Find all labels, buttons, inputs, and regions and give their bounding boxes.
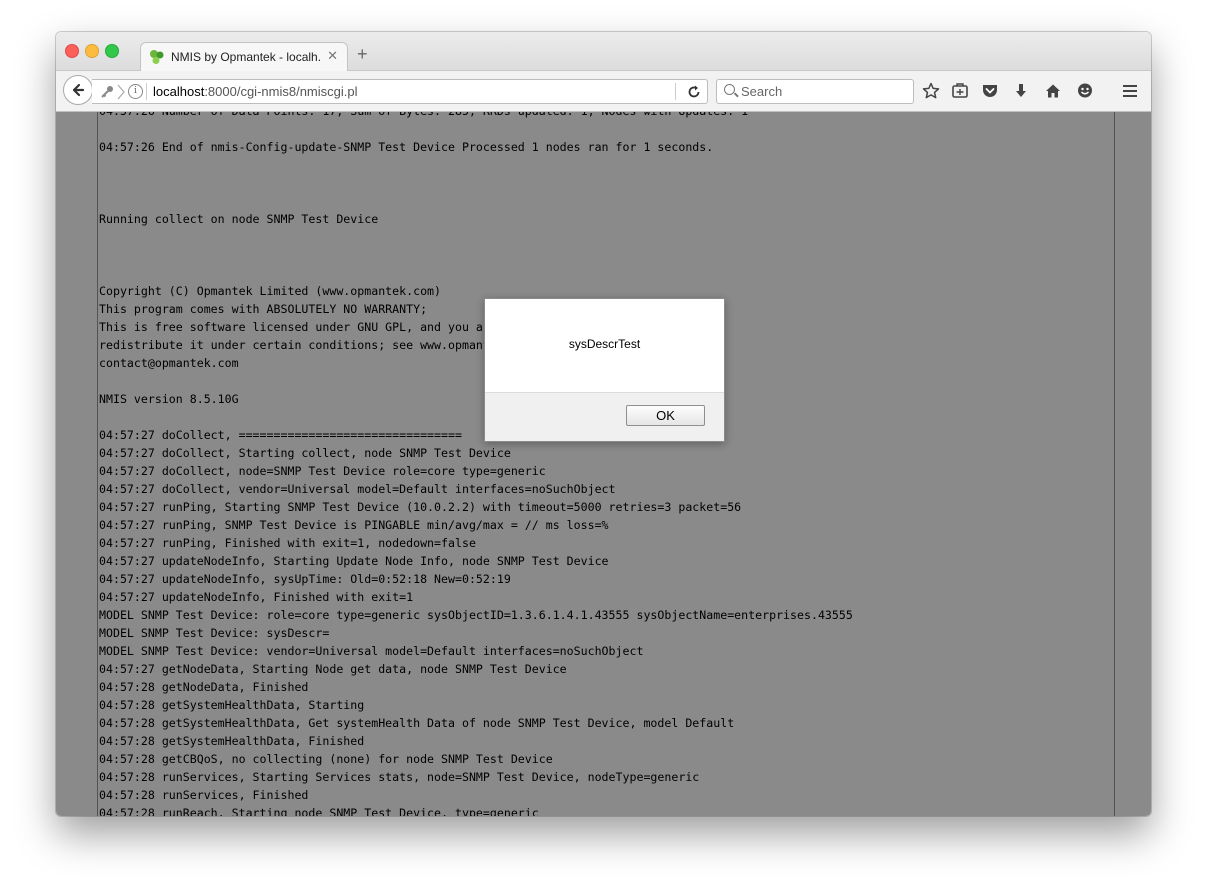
page-content: 04:57:26 Number of Data Points: 17, Sum … (56, 112, 1151, 816)
title-bar: NMIS by Opmantek - localh... ✕ + (56, 32, 1151, 71)
search-bar[interactable] (716, 79, 914, 104)
close-window-button[interactable] (65, 44, 79, 58)
browser-window: NMIS by Opmantek - localh... ✕ + i local… (56, 32, 1151, 816)
url-text[interactable]: localhost:8000/cgi-nmis8/nmiscgi.pl (153, 84, 358, 99)
forward-chevron-icon[interactable] (116, 83, 126, 101)
tab-close-icon[interactable]: ✕ (327, 48, 338, 64)
home-icon[interactable] (1042, 80, 1064, 102)
url-separator (146, 83, 147, 100)
tab-title: NMIS by Opmantek - localh... (171, 50, 321, 64)
navigation-toolbar: i localhost:8000/cgi-nmis8/nmiscgi.pl (56, 71, 1151, 112)
ok-button[interactable]: OK (626, 405, 705, 426)
pocket-icon[interactable] (979, 80, 1001, 102)
alert-footer: OK (485, 392, 724, 441)
back-button[interactable] (63, 75, 93, 105)
reload-separator (675, 83, 676, 100)
key-icon[interactable] (100, 85, 114, 99)
hello-chat-icon[interactable] (1074, 80, 1096, 102)
nmis-favicon-icon (150, 50, 164, 64)
url-path: :8000/cgi-nmis8/nmiscgi.pl (204, 84, 358, 99)
site-info-icon[interactable]: i (128, 84, 143, 99)
zoom-window-button[interactable] (105, 44, 119, 58)
alert-dialog: sysDescrTest OK (484, 298, 725, 442)
reload-icon[interactable] (686, 84, 702, 100)
bookmark-star-icon[interactable] (920, 80, 942, 102)
back-arrow-icon (72, 83, 85, 97)
tab-nmis[interactable]: NMIS by Opmantek - localh... ✕ (140, 42, 348, 71)
url-bar[interactable]: i localhost:8000/cgi-nmis8/nmiscgi.pl (92, 79, 708, 104)
search-icon (724, 84, 735, 95)
new-tab-button[interactable]: + (357, 45, 368, 63)
search-input[interactable] (741, 83, 906, 100)
menu-icon[interactable] (1119, 80, 1141, 102)
reading-list-icon[interactable] (949, 80, 971, 102)
modal-overlay (56, 112, 1151, 816)
alert-message: sysDescrTest (568, 337, 641, 351)
download-icon[interactable] (1010, 80, 1032, 102)
url-host: localhost (153, 84, 205, 99)
minimize-window-button[interactable] (85, 44, 99, 58)
